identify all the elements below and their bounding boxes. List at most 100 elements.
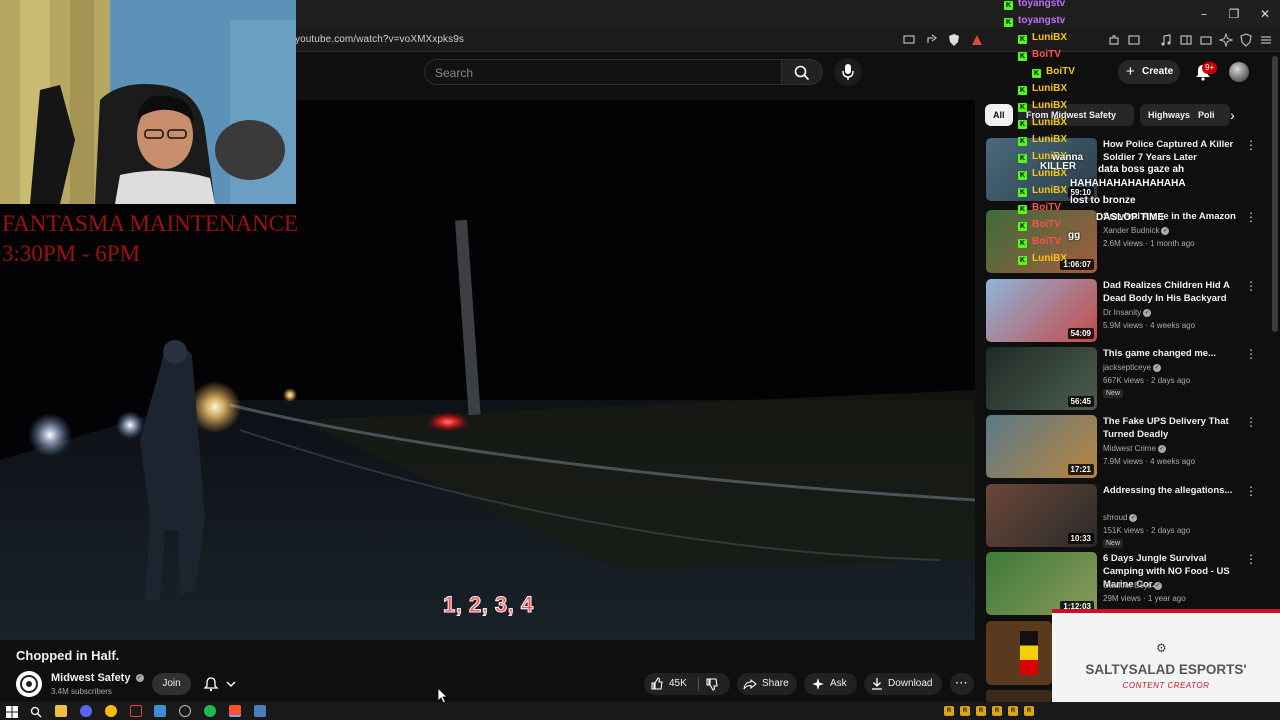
sidebar-icon[interactable]: [1179, 33, 1193, 47]
download-button[interactable]: Download: [864, 673, 942, 695]
ask-button[interactable]: Ask: [804, 673, 857, 695]
tray-icon-4[interactable]: R: [992, 706, 1002, 716]
brave-icon[interactable]: [229, 705, 241, 717]
ask-label: Ask: [830, 678, 847, 689]
music-icon[interactable]: [1159, 33, 1173, 47]
extensions-icon[interactable]: [1107, 33, 1121, 47]
more-vertical-icon[interactable]: ⋮: [1245, 210, 1257, 224]
recommendation-card[interactable]: 17:21 The Fake UPS Delivery That Turned D…: [986, 415, 1257, 479]
brave-shield-icon[interactable]: [947, 33, 961, 47]
recommendation-thumbnail-partial[interactable]: [986, 621, 1052, 685]
chat-username: BoiTV: [1046, 66, 1075, 77]
recommendation-card[interactable]: 54:09 Dad Realizes Children Hid A Dead Bo…: [986, 279, 1257, 343]
thumbs-up-icon: [651, 677, 663, 690]
recommendation-channel[interactable]: Midwest Crime ✓: [1103, 444, 1166, 453]
share-page-icon[interactable]: [925, 33, 939, 47]
recommendation-channel[interactable]: shroud ✓: [1103, 513, 1138, 522]
recommendation-channel-text[interactable]: Dr Insanity: [1103, 308, 1141, 317]
recommendation-title[interactable]: Addressing the allegations...: [1103, 484, 1241, 497]
recommendation-thumbnail[interactable]: 54:09: [986, 279, 1097, 342]
verified-icon: ✓: [1153, 363, 1162, 372]
screen-icon[interactable]: [902, 33, 916, 47]
vpn-icon[interactable]: [1239, 33, 1253, 47]
chrome-icon[interactable]: [105, 705, 117, 717]
recommendation-meta: 2.6M views · 1 month ago: [1103, 239, 1195, 248]
recommendation-channel[interactable]: Xander Budnick ✓: [1103, 226, 1170, 235]
mail-icon[interactable]: [130, 705, 142, 717]
brave-rewards-icon[interactable]: [970, 33, 984, 47]
more-vertical-icon[interactable]: ⋮: [1245, 484, 1257, 498]
recommendation-channel[interactable]: Outdoor Boys ✓: [1103, 581, 1162, 590]
recommendation-card[interactable]: 10:33 Addressing the allegations... ⋮ shrou…: [986, 484, 1257, 548]
tray-icon-3[interactable]: R: [976, 706, 986, 716]
recommendation-thumbnail[interactable]: 1:06:07: [986, 210, 1097, 273]
recommendation-channel-text[interactable]: shroud: [1103, 513, 1127, 522]
chevron-right-icon[interactable]: ›: [1230, 107, 1246, 123]
recommendation-channel-text[interactable]: jacksepticeye: [1103, 363, 1151, 372]
windows-start-icon[interactable]: [6, 705, 18, 718]
spotify-icon[interactable]: [204, 705, 216, 717]
like-dislike-group: 45K: [644, 673, 730, 695]
channel-name[interactable]: Midwest Safety ✓: [51, 672, 144, 684]
join-button[interactable]: Join: [152, 673, 191, 695]
recommendation-channel-text[interactable]: Midwest Crime: [1103, 444, 1156, 453]
recommendation-thumbnail[interactable]: 17:21: [986, 415, 1097, 478]
leo-icon[interactable]: [1219, 33, 1233, 47]
pill-divider: [698, 677, 699, 691]
recommendation-card[interactable]: 56:45 This game changed me... ⋮ jackseptice…: [986, 347, 1257, 411]
create-button[interactable]: + Create: [1118, 60, 1180, 84]
recommendation-title[interactable]: Dad Realizes Children Hid A Dead Body In…: [1103, 279, 1241, 305]
tray-icon-2[interactable]: R: [960, 706, 970, 716]
tray-icon-1[interactable]: R: [944, 706, 954, 716]
close-icon[interactable]: ✕: [1257, 6, 1273, 22]
app-icon[interactable]: [154, 705, 166, 717]
recommendation-channel[interactable]: Dr Insanity ✓: [1103, 308, 1152, 317]
discord-icon[interactable]: [80, 705, 92, 717]
menu-icon[interactable]: [1259, 33, 1273, 47]
tray-icon-5[interactable]: R: [1008, 706, 1018, 716]
recommendation-thumbnail[interactable]: 56:45: [986, 347, 1097, 410]
recommendation-card[interactable]: 1:12:03 6 Days Jungle Survival Camping wi…: [986, 552, 1257, 616]
search-icon[interactable]: [30, 705, 42, 718]
search-button[interactable]: [781, 59, 823, 85]
chip-poli[interactable]: Poli: [1190, 104, 1230, 126]
restore-icon[interactable]: ❐: [1226, 6, 1242, 22]
chat-message: DASLOP TIME: [1096, 212, 1165, 223]
more-vertical-icon[interactable]: ⋮: [1245, 347, 1257, 361]
chip-from-channel[interactable]: From Midwest Safety: [1018, 104, 1134, 126]
recommendation-thumbnail[interactable]: 1:12:03: [986, 552, 1097, 615]
search-input[interactable]: Search: [424, 59, 782, 85]
account-avatar[interactable]: [1229, 62, 1249, 82]
app2-icon[interactable]: [254, 705, 266, 717]
recommendation-title[interactable]: The Fake UPS Delivery That Turned Deadly: [1103, 415, 1241, 441]
url-text[interactable]: youtube.com/watch?v=voXMXxpks9s: [295, 34, 464, 45]
subscription-bell-button[interactable]: [198, 673, 242, 695]
dislike-button[interactable]: [705, 677, 719, 691]
more-vertical-icon[interactable]: ⋮: [1245, 415, 1257, 429]
channel-name-text[interactable]: Midwest Safety: [51, 672, 130, 684]
more-vertical-icon[interactable]: ⋮: [1245, 279, 1257, 293]
recommendation-channel-text[interactable]: Outdoor Boys: [1103, 581, 1152, 590]
recommendation-thumbnail[interactable]: 10:33: [986, 484, 1097, 547]
minimize-icon[interactable]: –: [1196, 6, 1212, 22]
more-vertical-icon[interactable]: ⋮: [1245, 552, 1257, 566]
recommendation-thumbnail-partial-2[interactable]: [986, 690, 1052, 702]
tray-icon-6[interactable]: R: [1024, 706, 1034, 716]
like-button[interactable]: [650, 677, 664, 691]
wallet-icon[interactable]: [1127, 33, 1141, 47]
steam-icon[interactable]: [179, 705, 191, 717]
recommendation-title[interactable]: How Police Captured A Killer Soldier 7 Y…: [1103, 138, 1241, 164]
channel-avatar[interactable]: [16, 671, 42, 697]
more-vertical-icon[interactable]: ⋮: [1245, 138, 1257, 152]
tab-icon[interactable]: [1199, 33, 1213, 47]
chip-all[interactable]: All: [985, 104, 1013, 126]
recommendation-channel-text[interactable]: Xander Budnick: [1103, 226, 1159, 235]
recommendation-title[interactable]: This game changed me...: [1103, 347, 1241, 360]
share-button[interactable]: Share: [737, 673, 797, 695]
recommendation-channel[interactable]: jacksepticeye ✓: [1103, 363, 1162, 372]
voice-search-button[interactable]: [834, 58, 862, 86]
more-actions-button[interactable]: ···: [950, 673, 974, 695]
file-explorer-icon[interactable]: [55, 705, 67, 717]
like-count[interactable]: 45K: [669, 673, 687, 695]
scrollbar[interactable]: [1272, 56, 1278, 332]
